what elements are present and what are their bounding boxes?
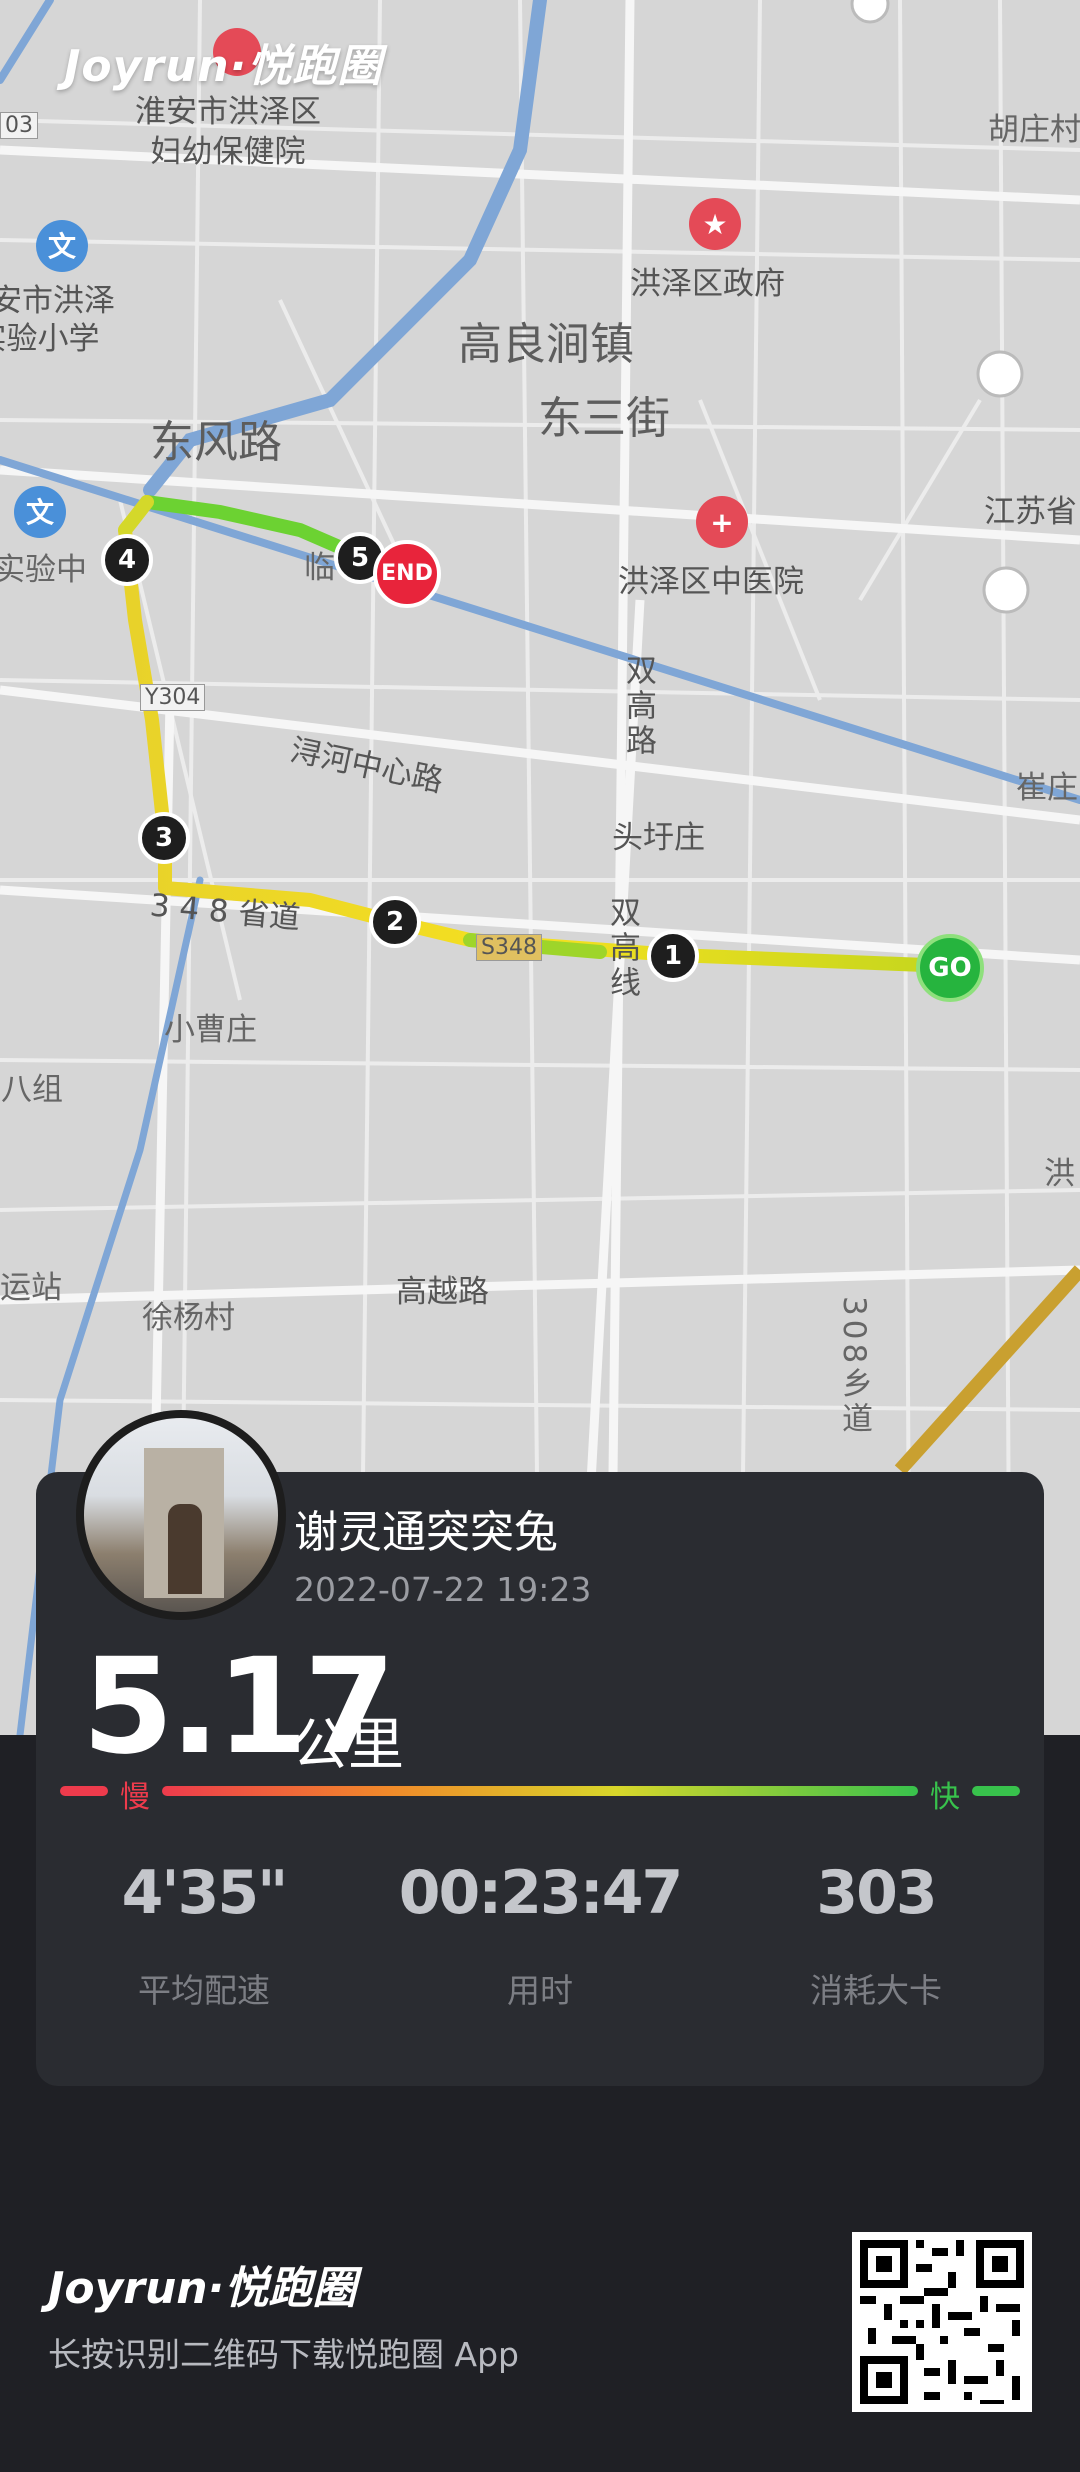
map-label-touyu: 头圩庄: [612, 820, 705, 856]
map-label-street3: 东三街: [538, 393, 670, 444]
avatar-figure: [168, 1504, 202, 1594]
route-marker-2: 2: [369, 896, 421, 948]
slow-label: 慢: [120, 1780, 150, 1815]
map-label-hospital-women: 淮安市洪泽区 妇幼保健院: [135, 94, 321, 170]
run-datetime: 2022-07-22 19:23: [294, 1570, 592, 1609]
avatar[interactable]: [76, 1410, 286, 1620]
map-label-baozu: 马八组: [0, 1072, 63, 1108]
distance-unit: 公里: [292, 1713, 404, 1778]
map-label-cuizhuang: 崔庄: [1016, 770, 1078, 806]
map-label-school: 淮安市洪泽 实验小学: [0, 283, 115, 357]
map-label-xiaocao: 小曹庄: [164, 1012, 257, 1048]
map-label-dongfeng: 东风路: [150, 417, 282, 468]
map-label-tcm: 洪泽区中医院: [618, 564, 804, 600]
map-label-town: 高良涧镇: [458, 319, 634, 370]
calories-value: 303: [816, 1858, 937, 1928]
route-marker-4: 4: [101, 534, 153, 586]
svg-text:★: ★: [702, 208, 727, 241]
avatar-photo: [84, 1418, 278, 1612]
end-marker: END: [373, 540, 441, 608]
qr-code[interactable]: [852, 2232, 1032, 2412]
brand-logo-bottom: Joyrun·悦跑圈: [48, 2263, 357, 2314]
brand-logo-top: Joyrun·悦跑圈: [64, 41, 383, 92]
map-label-r03: 03: [0, 112, 38, 139]
route-marker-3: 3: [138, 812, 190, 864]
duration-value: 00:23:47: [398, 1858, 683, 1928]
map-label-hong: 洪: [1044, 1156, 1075, 1192]
qr-code-pattern: [860, 2240, 1024, 2404]
map-label-xuyang: 徐杨村: [142, 1300, 235, 1336]
map-label-y304: Y304: [140, 684, 206, 711]
map-label-shuanggaoxian: 双高线: [604, 896, 640, 1001]
fast-label: 快: [930, 1780, 960, 1815]
pace-bar-fast-cap: [972, 1786, 1020, 1796]
avg-pace-value: 4'35": [121, 1858, 289, 1928]
map-label-school2: 实验中: [0, 552, 87, 588]
username: 谢灵通突突兔: [294, 1507, 558, 1558]
map-label-lin: 临: [304, 550, 335, 586]
svg-text:+: +: [710, 506, 733, 539]
map-label-jiangsu: 江苏省: [984, 494, 1077, 530]
map-label-road308: 308乡道: [836, 1296, 872, 1438]
calories-label: 消耗大卡: [810, 1971, 942, 2010]
svg-text:文: 文: [26, 496, 54, 529]
route-marker-1: 1: [647, 930, 699, 982]
map-label-s348: S348: [476, 934, 542, 961]
svg-text:文: 文: [48, 230, 76, 263]
pace-bar-slow-cap: [60, 1786, 108, 1796]
map-label-gov: 洪泽区政府: [630, 266, 785, 302]
pace-bar-gradient: [162, 1786, 918, 1796]
go-marker: GO: [916, 934, 984, 1002]
map-label-gaoyue: 高越路: [396, 1274, 489, 1310]
map-label-shuanggao: 双高路: [620, 654, 656, 759]
duration-label: 用时: [507, 1971, 573, 2010]
avg-pace-label: 平均配速: [138, 1971, 270, 2010]
map-label-huzhuang: 胡庄村: [988, 112, 1080, 148]
pace-color-bar: [60, 1786, 1020, 1796]
download-tagline: 长按识别二维码下载悦跑圈 App: [48, 2335, 519, 2374]
map-label-station: 运站: [0, 1270, 62, 1306]
